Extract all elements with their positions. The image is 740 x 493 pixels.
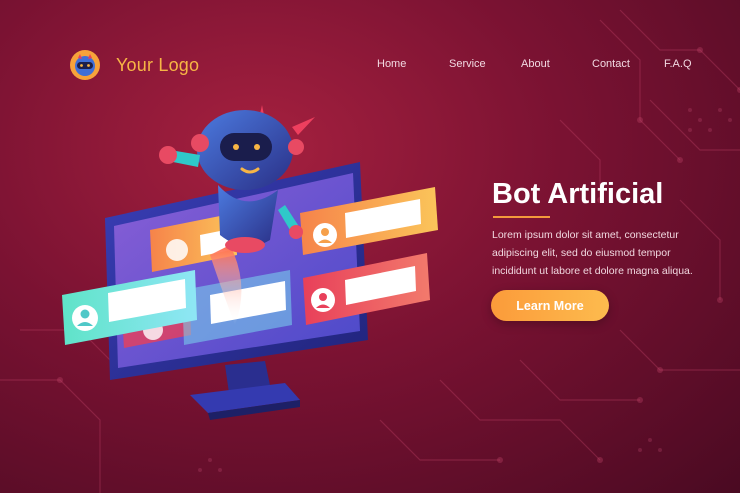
title-underline <box>493 216 550 218</box>
hero-illustration <box>62 105 438 420</box>
logo-text: Your Logo <box>116 54 200 75</box>
brand-logo[interactable]: Your Logo <box>68 48 199 82</box>
hero-title: Bot Artificial <box>492 178 664 210</box>
nav-item-contact[interactable]: Contact <box>592 58 630 70</box>
learn-more-button[interactable]: Learn More <box>491 290 609 321</box>
nav-item-about[interactable]: About <box>521 58 550 70</box>
main-nav: Home Service About Contact F.A.Q <box>377 58 695 74</box>
nav-item-home[interactable]: Home <box>377 58 406 70</box>
nav-item-faq[interactable]: F.A.Q <box>664 58 692 70</box>
robot-head-icon <box>70 50 100 80</box>
nav-item-service[interactable]: Service <box>449 58 486 70</box>
monitor-stand <box>190 361 300 420</box>
hero-description: Lorem ipsum dolor sit amet, consectetur … <box>492 229 693 277</box>
